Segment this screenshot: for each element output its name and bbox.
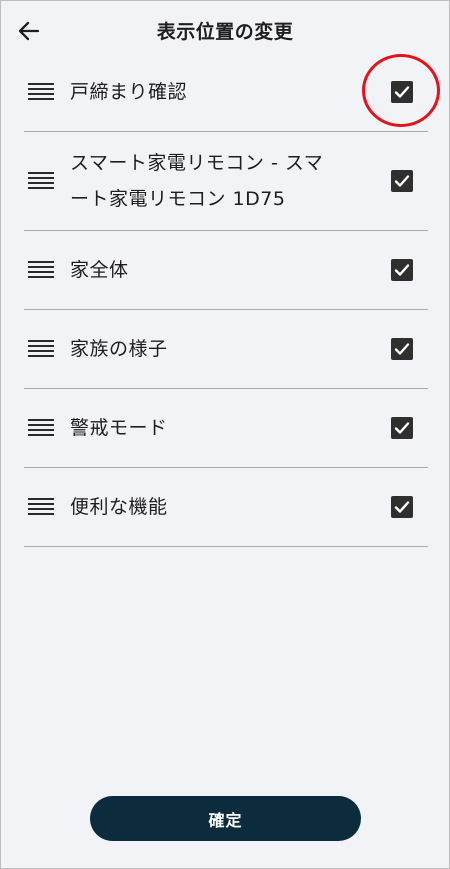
list-item: 家族の様子 — [24, 310, 428, 389]
drag-handle-icon[interactable] — [28, 419, 54, 437]
list-item: 便利な機能 — [24, 468, 428, 547]
page-title: 表示位置の変更 — [156, 21, 294, 43]
checkmark-icon — [394, 422, 410, 434]
checkmark-icon — [394, 86, 410, 98]
checkmark-icon — [394, 175, 410, 187]
list-item: 戸締まり確認 — [24, 53, 428, 132]
item-label: 家族の様子 — [70, 338, 168, 360]
list-item: 警戒モード — [24, 389, 428, 468]
header: 表示位置の変更 — [1, 1, 449, 61]
drag-handle-icon[interactable] — [28, 172, 54, 190]
item-checkbox[interactable] — [391, 338, 413, 360]
checkmark-icon — [394, 264, 410, 276]
item-label: 家全体 — [70, 259, 129, 281]
item-label: 戸締まり確認 — [70, 81, 188, 103]
drag-handle-icon[interactable] — [28, 340, 54, 358]
list-item: 家全体 — [24, 231, 428, 310]
drag-handle-icon[interactable] — [28, 498, 54, 516]
item-label: 警戒モード — [70, 417, 168, 439]
app-screen: 表示位置の変更 戸締まり確認 スマート家電リモコン - スマート家電リモコン 1… — [0, 0, 450, 869]
list-item: スマート家電リモコン - スマート家電リモコン 1D75 — [24, 132, 428, 231]
confirm-button[interactable]: 確定 — [90, 796, 361, 841]
item-label: 便利な機能 — [70, 496, 168, 518]
item-checkbox[interactable] — [391, 170, 413, 192]
checkmark-icon — [394, 501, 410, 513]
drag-handle-icon[interactable] — [28, 83, 54, 101]
item-list: 戸締まり確認 スマート家電リモコン - スマート家電リモコン 1D75 家全体 … — [24, 53, 428, 547]
item-checkbox[interactable] — [391, 417, 413, 439]
item-label: スマート家電リモコン - スマート家電リモコン 1D75 — [70, 152, 324, 210]
item-checkbox[interactable] — [391, 259, 413, 281]
drag-handle-icon[interactable] — [28, 261, 54, 279]
item-checkbox[interactable] — [391, 496, 413, 518]
item-checkbox[interactable] — [391, 81, 413, 103]
checkmark-icon — [394, 343, 410, 355]
